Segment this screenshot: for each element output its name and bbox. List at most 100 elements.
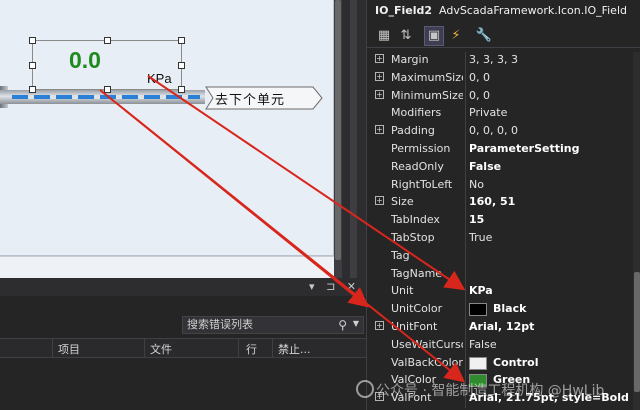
grid-divider xyxy=(465,319,466,337)
properties-scroll-thumb[interactable] xyxy=(634,272,640,392)
panel-splitter[interactable] xyxy=(342,0,366,278)
property-row-usewaitcursor[interactable]: UseWaitCursor False xyxy=(367,336,633,355)
column-header-item[interactable]: 项目 xyxy=(58,341,80,357)
property-row-maximumsize[interactable]: + MaximumSize 0, 0 xyxy=(367,69,633,88)
property-value[interactable]: True xyxy=(469,231,492,244)
resize-handle-bl[interactable] xyxy=(29,86,36,93)
property-name: UnitFont xyxy=(391,320,438,333)
column-divider[interactable] xyxy=(52,339,53,359)
column-header-line[interactable]: 行 xyxy=(246,341,257,357)
property-row-readonly[interactable]: ReadOnly False xyxy=(367,158,633,177)
property-value[interactable]: Private xyxy=(469,106,507,119)
property-value[interactable]: False xyxy=(469,160,501,173)
grid-divider xyxy=(465,301,466,320)
grid-divider xyxy=(465,194,466,213)
resize-handle-ml[interactable] xyxy=(29,62,36,69)
form-designer: 0.0 KPa 去下个单元 xyxy=(0,0,342,278)
resize-handle-bm[interactable] xyxy=(104,86,111,93)
property-row-tabstop[interactable]: TabStop True xyxy=(367,230,633,248)
panel-window-controls[interactable]: ▾ ⊐ ✕ xyxy=(309,280,360,293)
column-divider[interactable] xyxy=(238,339,239,359)
property-name: MaximumSize xyxy=(391,70,463,84)
property-row-modifiers[interactable]: Modifiers Private xyxy=(367,105,633,124)
next-cell-label: 去下个单元 xyxy=(215,93,286,108)
property-row-tagname[interactable]: TagName xyxy=(367,265,633,284)
property-name: RightToLeft xyxy=(391,177,453,191)
property-name: UnitColor xyxy=(391,302,443,316)
property-value[interactable]: Black xyxy=(493,302,526,315)
property-row-minimumsize[interactable]: + MinimumSize 0, 0 xyxy=(367,87,633,106)
property-grid: + Margin 3, 3, 3, 3 + MaximumSize 0, 0 + Minimu… xyxy=(367,52,633,410)
property-name: TabStop xyxy=(391,231,435,244)
property-value[interactable]: 15 xyxy=(469,213,484,226)
resize-handle-tm[interactable] xyxy=(104,37,111,44)
property-value[interactable]: 3, 3, 3, 3 xyxy=(469,53,518,66)
form-bottom-strip xyxy=(0,256,334,278)
expand-icon[interactable]: + xyxy=(375,196,384,206)
property-value[interactable]: Arial, 12pt xyxy=(469,320,534,333)
property-value[interactable]: Control xyxy=(493,356,538,369)
property-value[interactable]: ParameterSetting xyxy=(469,142,579,155)
column-divider[interactable] xyxy=(272,339,273,359)
designer-scroll-thumb[interactable] xyxy=(335,0,341,260)
resize-handle-mr[interactable] xyxy=(178,62,185,69)
property-value[interactable]: 0, 0, 0, 0 xyxy=(469,124,518,137)
search-icon[interactable]: ⚲ xyxy=(338,318,347,332)
expand-icon[interactable]: + xyxy=(375,54,384,63)
splitter-bar[interactable] xyxy=(350,0,357,278)
property-row-permission[interactable]: Permission ParameterSetting xyxy=(367,141,633,159)
error-search-box[interactable]: ⚲ ▼ xyxy=(182,316,364,334)
error-table-header: 项目 文件 行 禁止... xyxy=(0,338,366,359)
expand-icon[interactable]: + xyxy=(375,89,384,99)
grid-divider xyxy=(465,52,466,70)
property-row-tag[interactable]: Tag xyxy=(367,247,633,266)
property-row-size[interactable]: + Size 160, 51 xyxy=(367,194,633,213)
grid-divider xyxy=(465,230,466,248)
column-divider[interactable] xyxy=(144,339,145,359)
designer-scrollbar[interactable] xyxy=(334,0,342,278)
property-row-unitcolor[interactable]: UnitColor Black xyxy=(367,301,633,320)
error-panel-header: ▾ ⊐ ✕ xyxy=(0,278,366,296)
property-name: Padding xyxy=(391,124,435,138)
property-row-unit[interactable]: Unit KPa xyxy=(367,283,633,302)
form-surface[interactable]: 0.0 KPa 去下个单元 xyxy=(0,0,334,256)
properties-panel: IO_Field2 AdvScadaFramework.Icon.IO_Fiel… xyxy=(366,0,640,410)
expand-icon[interactable]: + xyxy=(375,71,384,81)
grid-divider xyxy=(465,212,466,231)
resize-handle-tr[interactable] xyxy=(178,37,185,44)
property-value[interactable]: No xyxy=(469,178,484,191)
column-header-file[interactable]: 文件 xyxy=(150,341,172,357)
grid-divider xyxy=(465,354,466,373)
column-header-suppress[interactable]: 禁止... xyxy=(278,341,311,357)
properties-toolbar: ▦ ⇅ ▣ ⚡ 🔧 xyxy=(367,24,640,48)
resize-handle-tl[interactable] xyxy=(29,37,36,44)
events-lightning-icon[interactable]: ⚡ xyxy=(447,27,465,45)
property-value[interactable]: 0, 0 xyxy=(469,89,490,102)
property-row-righttoleft[interactable]: RightToLeft No xyxy=(367,176,633,195)
property-row-margin[interactable]: + Margin 3, 3, 3, 3 xyxy=(367,52,633,70)
watermark-text: 公众号 · 智能制造工程机构 @HwLib xyxy=(376,383,605,399)
io-field-control[interactable]: 0.0 KPa xyxy=(29,37,185,93)
properties-icon[interactable]: ▣ xyxy=(424,26,444,46)
property-name: Margin xyxy=(391,53,429,66)
property-value[interactable]: False xyxy=(469,338,497,351)
property-row-unitfont[interactable]: + UnitFont Arial, 12pt xyxy=(367,319,633,337)
property-row-valbackcolor[interactable]: ValBackColor Control xyxy=(367,354,633,373)
property-value[interactable]: KPa xyxy=(469,284,493,297)
property-name: MinimumSize xyxy=(391,88,463,102)
expand-icon[interactable]: + xyxy=(375,321,384,330)
property-row-padding[interactable]: + Padding 0, 0, 0, 0 xyxy=(367,123,633,142)
categorized-icon[interactable]: ▦ xyxy=(375,27,393,45)
resize-handle-br[interactable] xyxy=(178,86,185,93)
properties-scrollbar[interactable] xyxy=(633,52,640,410)
property-value[interactable]: 160, 51 xyxy=(469,195,515,208)
expand-icon[interactable]: + xyxy=(375,125,384,135)
property-pages-wrench-icon[interactable]: 🔧 xyxy=(475,27,493,45)
grid-divider xyxy=(465,336,466,355)
error-search-input[interactable] xyxy=(187,318,337,331)
alphabetical-sort-icon[interactable]: ⇅ xyxy=(397,27,415,45)
chevron-down-icon[interactable]: ▼ xyxy=(353,319,359,328)
property-row-tabindex[interactable]: TabIndex 15 xyxy=(367,212,633,231)
properties-object-selector[interactable]: IO_Field2 AdvScadaFramework.Icon.IO_Fiel… xyxy=(375,4,627,17)
property-value[interactable]: 0, 0 xyxy=(469,71,490,84)
